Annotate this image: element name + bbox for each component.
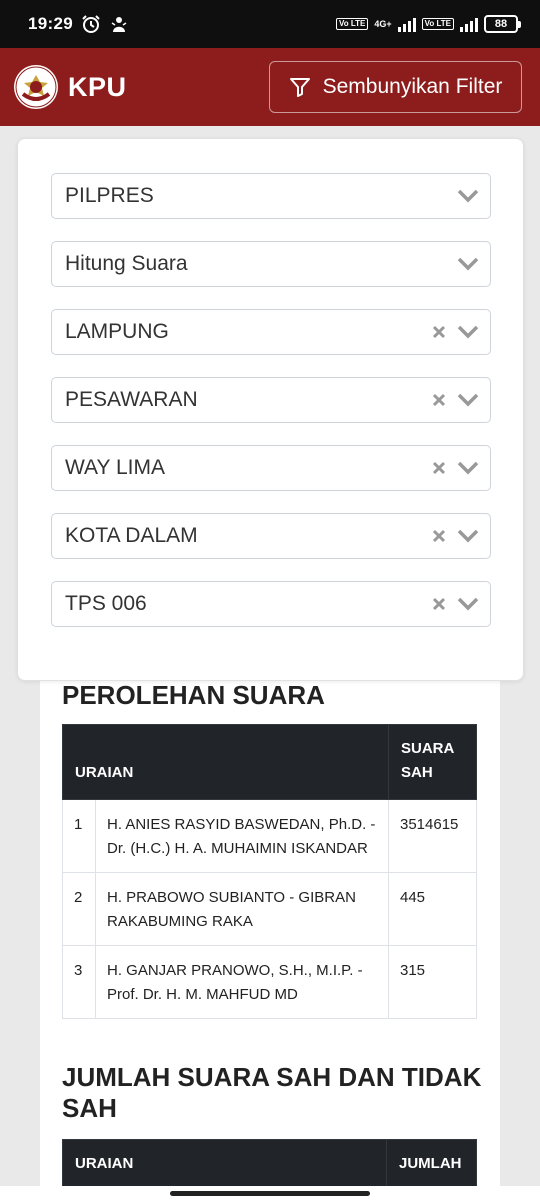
signal-strength-icon-2 [460,16,478,32]
filter-value: TPS 006 [65,592,147,615]
chevron-down-icon[interactable] [454,321,482,343]
row-number: 1 [62,799,96,873]
chevron-down-icon[interactable] [454,525,482,547]
table-row: 3 H. GANJAR PRANOWO, S.H., M.I.P. - Prof… [62,945,477,1019]
notification-app-icon [109,14,129,34]
filter-value: Hitung Suara [65,252,188,275]
filter-select-election-type[interactable]: PILPRES [51,173,491,219]
filter-value: WAY LIMA [65,456,165,479]
filter-select-tps[interactable]: TPS 006 [51,581,491,627]
table-header-row: URAIAN SUARA SAH [62,724,477,800]
filter-value: PESAWARAN [65,388,198,411]
status-time: 19:29 [28,14,73,33]
results-panel: PEROLEHAN SUARA URAIAN SUARA SAH 1 H. AN… [40,660,500,1200]
vote-count: 3514615 [388,799,477,873]
battery-level: 88 [494,18,508,30]
section-title-vote-result: PEROLEHAN SUARA [62,680,325,710]
battery-icon: 88 [484,15,521,33]
volte-icon: Vo LTE [335,18,369,30]
table-row: 1 H. ANIES RASYID BASWEDAN, Ph.D. - Dr. … [62,799,477,873]
kpu-logo-icon [15,66,57,108]
filter-icon [289,76,311,98]
home-indicator[interactable] [170,1190,370,1196]
hide-filter-label: Sembunyikan Filter [322,75,503,98]
filter-value: PILPRES [65,184,154,207]
chevron-down-icon[interactable] [454,253,482,275]
candidate-name: H. ANIES RASYID BASWEDAN, Ph.D. - Dr. (H… [95,799,389,873]
filter-select-district[interactable]: WAY LIMA [51,445,491,491]
filter-panel: PILPRES Hitung Suara LAMPUNG PESAWARAN W… [17,138,524,681]
kpu-logo[interactable] [14,65,58,109]
candidate-name: H. GANJAR PRANOWO, S.H., M.I.P. - Prof. … [95,945,389,1019]
filter-value: KOTA DALAM [65,524,198,547]
filter-select-village[interactable]: KOTA DALAM [51,513,491,559]
brand-title[interactable]: KPU [68,72,127,103]
clear-icon[interactable] [428,321,450,343]
clear-icon[interactable] [428,525,450,547]
candidate-name: H. PRABOWO SUBIANTO - GIBRAN RAKABUMING … [95,872,389,946]
filter-select-province[interactable]: LAMPUNG [51,309,491,355]
column-header-total: JUMLAH [386,1139,477,1191]
volte-icon-2: Vo LTE [421,18,454,30]
row-number: 3 [62,945,96,1019]
column-header-description: URAIAN [62,724,389,800]
column-header-valid-votes: SUARA SAH [388,724,477,800]
hide-filter-button[interactable]: Sembunyikan Filter [269,61,522,113]
chevron-down-icon[interactable] [454,593,482,615]
chevron-down-icon[interactable] [454,457,482,479]
vote-count: 445 [388,872,477,946]
clear-icon[interactable] [428,593,450,615]
vote-result-table: URAIAN SUARA SAH 1 H. ANIES RASYID BASWE… [62,724,477,1019]
table-header-row: URAIAN JUMLAH [62,1139,477,1191]
network-type-label: 4G+ [374,18,392,29]
filter-value: LAMPUNG [65,320,169,343]
alarm-icon [81,14,101,34]
top-navbar: KPU Sembunyikan Filter [0,48,540,126]
status-bar: 19:29 Vo LTE 4G+ Vo LTE 88 [0,0,540,48]
filter-select-data-type[interactable]: Hitung Suara [51,241,491,287]
filter-select-regency[interactable]: PESAWARAN [51,377,491,423]
row-number: 2 [62,872,96,946]
column-header-description: URAIAN [62,1139,387,1191]
chevron-down-icon[interactable] [454,185,482,207]
signal-strength-icon [397,16,416,32]
clear-icon[interactable] [428,389,450,411]
chevron-down-icon[interactable] [454,389,482,411]
vote-summary-table: URAIAN JUMLAH [62,1139,477,1191]
gesture-bar [0,1186,540,1200]
section-title-vote-summary: JUMLAH SUARA SAH DAN TIDAK SAH [62,1062,482,1123]
vote-count: 315 [388,945,477,1019]
table-row: 2 H. PRABOWO SUBIANTO - GIBRAN RAKABUMIN… [62,872,477,946]
clear-icon[interactable] [428,457,450,479]
